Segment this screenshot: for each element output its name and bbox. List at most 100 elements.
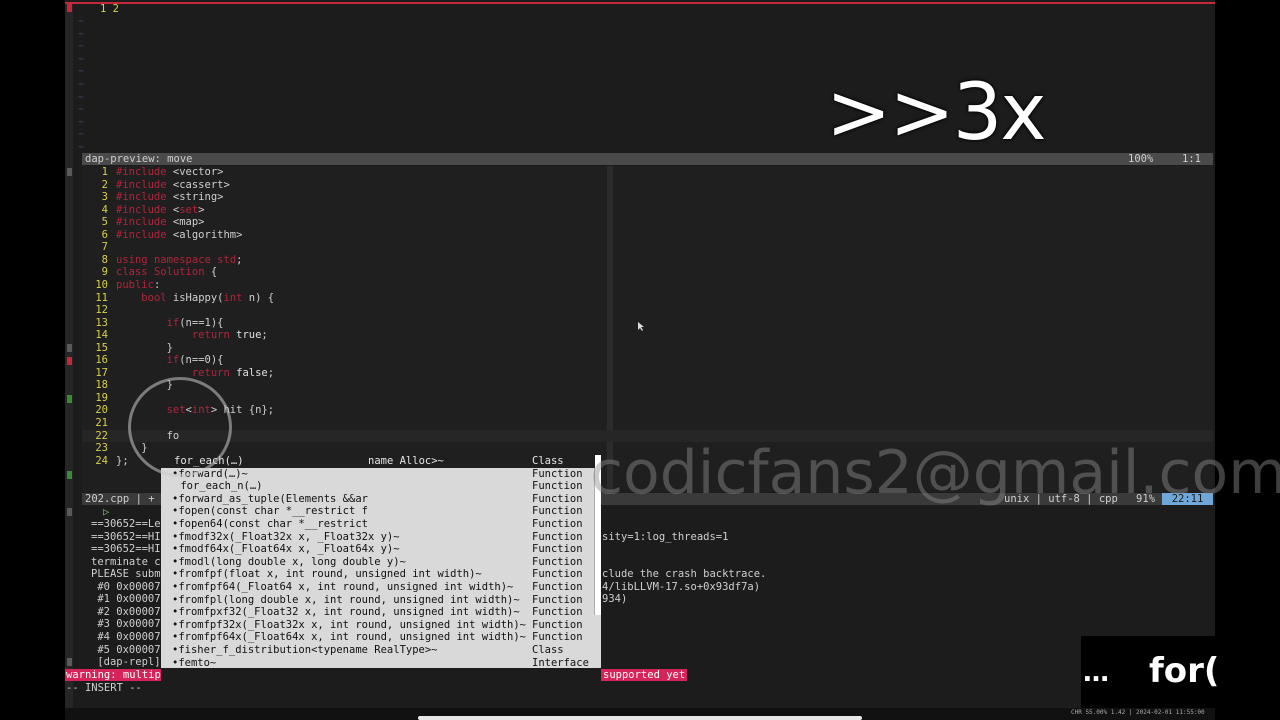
repl-line-right: 934) xyxy=(602,593,628,606)
completion-item[interactable]: •fmodf32x(_Float32x x, _Float32x y)~ Func… xyxy=(161,531,595,544)
code-line[interactable]: using namespace std; xyxy=(116,254,242,266)
keystroke-dots: … xyxy=(1083,658,1109,688)
completion-word: •femto~ xyxy=(172,656,217,669)
line-number: 7 xyxy=(101,241,108,254)
code-line[interactable]: #include <map> xyxy=(116,216,205,228)
sign-marker xyxy=(67,658,72,666)
completion-item[interactable]: •fromfpxf32(_Float32 x, int round, unsig… xyxy=(161,606,595,619)
repl-line-left: #1 0x00007 xyxy=(91,593,161,606)
completion-item[interactable]: •fromfpf64(_Float64 x, int round, unsign… xyxy=(161,581,595,594)
sign-marker xyxy=(67,4,72,12)
code-line[interactable]: if(n==0){ xyxy=(116,354,224,366)
click-highlight-circle xyxy=(128,377,232,477)
warning-message: warning: multip xyxy=(65,669,161,681)
code-line[interactable]: return true; xyxy=(116,329,268,341)
code-line[interactable]: #include <vector> xyxy=(116,166,223,178)
repl-line-left: #2 0x00007 xyxy=(91,605,161,618)
code-line[interactable]: #include <string> xyxy=(116,191,223,203)
line-number: 22 xyxy=(95,429,108,442)
completion-word: •fopen64(const char *__restrict xyxy=(172,518,368,530)
completion-item[interactable]: •fopen(const char *__restrict f Function xyxy=(161,505,595,518)
line-number: 14 xyxy=(95,329,108,342)
sign-marker xyxy=(67,395,72,403)
line-number: 18 xyxy=(95,379,108,392)
repl-line-left: #0 0x00007 xyxy=(91,580,161,593)
completion-item[interactable]: •fmodf64x(_Float64x x, _Float64x y)~ Func… xyxy=(161,543,595,556)
completion-kind: Function xyxy=(532,480,583,493)
empty-line-tilde: ~ xyxy=(78,66,85,78)
completion-word: •fmodf64x(_Float64x x, _Float64x y)~ xyxy=(172,543,400,556)
completion-word: •fisher_f_distribution<typename RealType… xyxy=(172,644,438,656)
sign-column xyxy=(65,4,73,708)
code-line[interactable]: }; xyxy=(116,455,129,467)
completion-item[interactable]: •fopen64(const char *__restrict Function xyxy=(161,518,595,531)
repl-line-left: ==30652==Le xyxy=(91,518,161,530)
completion-kind: Interface xyxy=(532,656,589,669)
preview-title: dap-preview: move xyxy=(85,153,193,165)
empty-line-tilde: ~ xyxy=(78,28,85,40)
completion-kind: Function xyxy=(532,618,583,631)
code-line[interactable]: #include <set> xyxy=(116,204,205,216)
completion-item[interactable]: •fromfpf32x(_Float32x x, int round, unsi… xyxy=(161,619,595,632)
completion-item[interactable]: •forward_as_tuple(Elements &&ar Function xyxy=(161,493,595,506)
completion-kind: Function xyxy=(532,505,583,518)
code-line[interactable]: #include <cassert> xyxy=(116,179,230,191)
line-number: 5 xyxy=(101,216,108,229)
line-number: 9 xyxy=(101,266,108,279)
completion-kind: Function xyxy=(532,606,583,619)
completion-word: •fromfpf32x(_Float32x x, int round, unsi… xyxy=(172,618,527,631)
code-line[interactable]: } xyxy=(116,342,173,354)
code-line[interactable]: #include <algorithm> xyxy=(116,229,242,241)
completion-item[interactable]: •fmodl(long double x, long double y)~ Fun… xyxy=(161,556,595,569)
completion-word: •fopen(const char *__restrict f xyxy=(172,505,368,518)
completion-kind: Class xyxy=(532,644,564,656)
code-line[interactable]: if(n==1){ xyxy=(116,317,224,329)
completion-kind: Function xyxy=(532,467,583,480)
empty-line-tilde: ~ xyxy=(78,116,85,128)
sign-marker xyxy=(67,168,72,176)
top-window-line-numbers: 1 2 xyxy=(100,3,119,15)
line-number: 21 xyxy=(95,417,108,429)
sign-marker xyxy=(67,471,72,479)
status-file: 202.cpp | + xyxy=(85,493,155,505)
completion-word: •fmodf32x(_Float32x x, _Float32x y)~ xyxy=(172,530,400,543)
line-number: 2 xyxy=(101,178,108,191)
completion-kind: Function xyxy=(532,518,583,530)
empty-line-tilde: ~ xyxy=(78,53,85,65)
preview-percent: 100% xyxy=(1128,153,1154,165)
completion-item[interactable]: for_each_n(…) Function xyxy=(161,480,595,493)
completion-kind: Function xyxy=(532,593,583,606)
completion-item[interactable]: for_each(…) name Alloc>~ Class xyxy=(161,455,595,468)
completion-kind: Function xyxy=(532,530,583,543)
line-number: 4 xyxy=(101,203,108,216)
speed-overlay: >>3x xyxy=(826,68,1046,158)
completion-item[interactable]: •fromfpf64x(_Float64x x, int round, unsi… xyxy=(161,631,595,644)
watermark: codicfans2@gmail.com xyxy=(590,438,1280,508)
completion-item[interactable]: •fromfpl(long double x, int round, unsig… xyxy=(161,594,595,607)
line-number: 19 xyxy=(95,391,108,404)
sign-marker xyxy=(67,508,72,516)
video-progress-bar[interactable] xyxy=(418,716,862,720)
play-icon[interactable]: ▷ xyxy=(103,506,109,518)
line-number: 11 xyxy=(95,291,108,304)
completion-kind: Function xyxy=(532,555,583,568)
completion-item[interactable]: •fromfpf(float x, int round, unsigned in… xyxy=(161,568,595,581)
completion-kind: Function xyxy=(532,581,583,593)
completion-item[interactable]: •femto~ Interface xyxy=(161,657,595,670)
code-line[interactable]: return false; xyxy=(116,367,274,379)
warning-message-tail: supported yet xyxy=(601,669,688,681)
repl-line-right: sity=1:log_threads=1 xyxy=(602,530,729,543)
line-number: 17 xyxy=(95,366,108,379)
completion-item[interactable]: •forward(…)~ Function xyxy=(161,468,595,481)
preview-position: 1:1 xyxy=(1182,153,1201,165)
completion-popup[interactable]: for_each(…) name Alloc>~ Class •forward(…)~… xyxy=(161,455,601,670)
top-accent-line xyxy=(65,2,1215,4)
completion-item[interactable]: •fisher_f_distribution<typename RealType… xyxy=(161,644,595,657)
completion-word: •fmodl(long double x, long double y)~ xyxy=(172,555,406,568)
completion-word: •forward_as_tuple(Elements &&ar xyxy=(172,492,368,505)
code-line[interactable]: public: xyxy=(116,279,160,291)
code-line[interactable]: class Solution { xyxy=(116,266,217,278)
empty-line-tilde: ~ xyxy=(78,129,85,141)
repl-line-right: clude the crash backtrace. xyxy=(602,568,767,581)
code-line[interactable]: bool isHappy(int n) { xyxy=(116,292,274,304)
